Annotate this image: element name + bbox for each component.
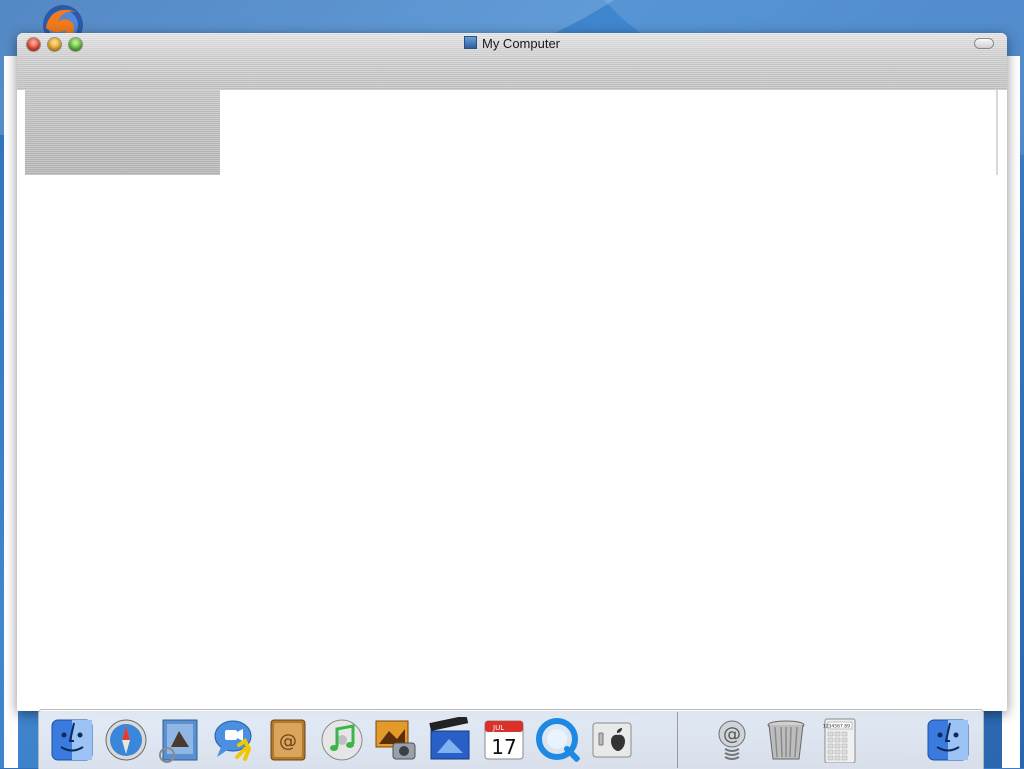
dock-item-finder-right[interactable] — [923, 714, 973, 766]
dock-item-ichat[interactable] — [209, 714, 259, 766]
window-title: My Computer — [17, 36, 1007, 51]
dock-item-safari[interactable] — [101, 714, 151, 766]
computer-icon — [463, 36, 477, 49]
dock-item-address-book[interactable]: @ — [263, 714, 313, 766]
mail-icon — [159, 719, 198, 763]
safari-icon — [105, 719, 147, 761]
quicktime-icon — [536, 718, 580, 762]
toolbar-toggle-button[interactable] — [974, 38, 994, 49]
window-edge — [17, 90, 25, 711]
desktop-area — [4, 56, 18, 768]
dock-item-system-preferences[interactable] — [587, 714, 637, 766]
firefox-icon[interactable] — [40, 2, 86, 36]
itunes-icon — [321, 719, 363, 761]
ical-month: JUL — [492, 724, 504, 732]
dock-item-ical[interactable]: JUL 17 — [479, 714, 529, 766]
window-edge — [998, 90, 1007, 711]
address-book-icon: @ — [270, 719, 306, 761]
ical-day: 17 — [491, 735, 516, 759]
finder-icon — [927, 719, 969, 761]
dock-item-iphoto[interactable] — [371, 714, 421, 766]
dock-item-quicktime[interactable] — [533, 714, 583, 766]
svg-text:@: @ — [723, 724, 741, 745]
mail-spring-icon: @ — [718, 720, 746, 760]
dock-item-calculator[interactable]: 1234567.89 — [815, 714, 865, 766]
dock-item-trash[interactable] — [761, 714, 811, 766]
imovie-icon — [429, 717, 470, 760]
dock-item-imovie[interactable] — [425, 714, 475, 766]
window-title-text: My Computer — [481, 36, 561, 51]
ical-icon: JUL 17 — [484, 720, 524, 760]
dock-item-mail-spring[interactable]: @ — [707, 714, 757, 766]
iphoto-icon — [375, 720, 416, 760]
dock-item-itunes[interactable] — [317, 714, 367, 766]
svg-text:@: @ — [279, 731, 297, 752]
content-area[interactable] — [220, 90, 998, 711]
sidebar[interactable] — [25, 90, 220, 175]
ichat-icon — [214, 720, 252, 761]
dock: @ JUL 17 @ 1234567.89 — [38, 709, 984, 769]
dock-item-finder[interactable] — [47, 714, 97, 766]
finder-icon — [51, 719, 93, 761]
finder-window: My Computer — [17, 33, 1007, 711]
title-bar[interactable]: My Computer — [17, 33, 1007, 91]
calculator-icon: 1234567.89 — [823, 718, 856, 763]
trash-icon — [767, 720, 805, 760]
dock-item-mail[interactable] — [155, 714, 205, 766]
system-preferences-icon — [592, 722, 632, 758]
calculator-display: 1234567.89 — [823, 724, 850, 730]
dock-separator — [677, 712, 678, 768]
